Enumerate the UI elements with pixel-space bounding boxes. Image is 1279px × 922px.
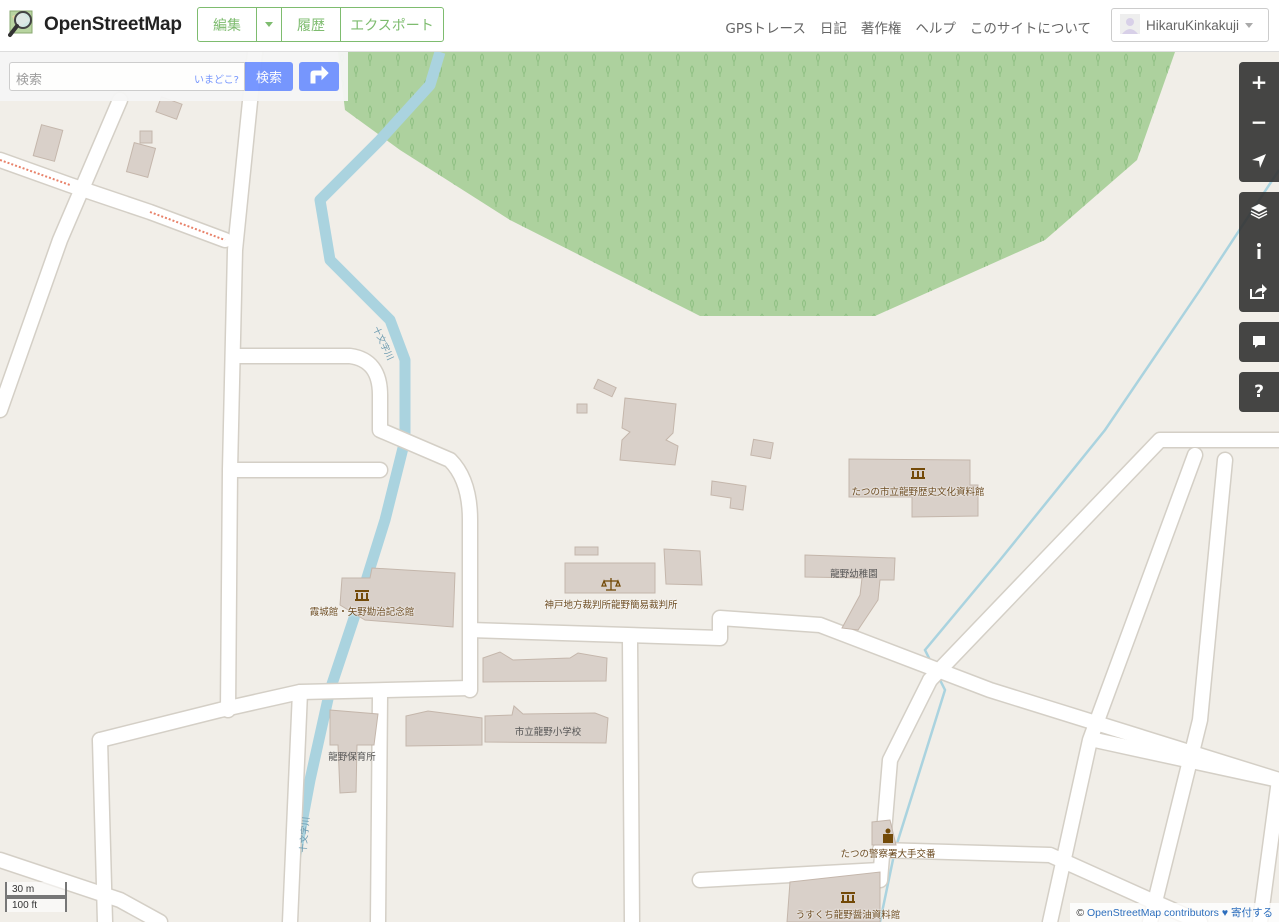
plus-icon: +	[1250, 70, 1268, 94]
label-police[interactable]: たつの警察署大手交番	[840, 846, 935, 860]
search-panel: 検索 いまどこ? 検索	[0, 52, 348, 101]
label-museum-history[interactable]: たつの市立龍野歴史文化資料館	[851, 484, 984, 498]
map-controls: + − ?	[1239, 62, 1279, 422]
nav-diary[interactable]: 日記	[820, 17, 847, 37]
scale-bar: 30 m 100 ft	[5, 882, 67, 912]
locate-arrow-icon	[1251, 150, 1267, 174]
history-button[interactable]: 履歴	[282, 8, 341, 41]
donate-link[interactable]: ♥ 寄付する	[1222, 907, 1273, 919]
info-icon	[1256, 240, 1262, 264]
nav-help[interactable]: ヘルプ	[915, 17, 956, 37]
zoom-in-button[interactable]: +	[1239, 62, 1279, 102]
add-note-button[interactable]	[1239, 322, 1279, 362]
map-key-button[interactable]	[1239, 232, 1279, 272]
map-layer	[0, 52, 1279, 922]
search-button[interactable]: 検索	[245, 62, 293, 91]
user-menu[interactable]: HikaruKinkakuji	[1111, 8, 1269, 42]
label-court[interactable]: 神戸地方裁判所龍野簡易裁判所	[544, 597, 677, 611]
top-header: OpenStreetMap 編集 履歴 エクスポート GPSトレース 日記 著作…	[0, 0, 1279, 52]
edit-button-group: 編集 履歴 エクスポート	[197, 7, 444, 42]
nav-gps-traces[interactable]: GPSトレース	[725, 17, 806, 37]
brand-name: OpenStreetMap	[44, 14, 182, 35]
caret-down-icon	[1245, 22, 1254, 28]
locate-button[interactable]	[1239, 142, 1279, 182]
map-canvas[interactable]: たつの市立龍野歴史文化資料館 神戸地方裁判所龍野簡易裁判所 霞城館・矢野勘治記念…	[0, 52, 1279, 922]
directions-button[interactable]	[299, 62, 339, 91]
layers-button[interactable]	[1239, 192, 1279, 232]
comment-icon	[1252, 330, 1266, 354]
brand-logo[interactable]: OpenStreetMap	[8, 8, 182, 42]
copyright-symbol: ©	[1076, 907, 1085, 919]
share-icon	[1250, 280, 1268, 304]
label-museum-soy[interactable]: うすくち龍野醤油資料館	[796, 907, 901, 921]
search-placeholder: 検索	[16, 73, 43, 88]
help-button[interactable]: ?	[1239, 372, 1279, 412]
question-icon: ?	[1254, 382, 1264, 402]
museum-icon	[911, 468, 925, 479]
label-school: 市立龍野小学校	[514, 727, 582, 738]
share-button[interactable]	[1239, 272, 1279, 312]
secondary-nav: GPSトレース 日記 著作権 ヘルプ このサイトについて	[725, 17, 1091, 37]
magnifier-logo-icon	[8, 8, 38, 42]
attribution: © OpenStreetMap contributors ♥ 寄付する	[1070, 903, 1279, 922]
where-am-i-link[interactable]: いまどこ?	[194, 71, 239, 86]
username: HikaruKinkakuji	[1146, 17, 1240, 33]
scale-imperial: 100 ft	[5, 897, 67, 912]
edit-button[interactable]: 編集	[198, 8, 257, 41]
minus-icon: −	[1250, 110, 1268, 134]
scale-metric: 30 m	[5, 882, 67, 897]
layers-icon	[1250, 200, 1268, 224]
search-input[interactable]: 検索 いまどこ?	[9, 62, 245, 91]
museum-icon	[355, 590, 369, 601]
directions-icon	[308, 65, 330, 89]
label-nursery: 龍野保育所	[328, 752, 376, 763]
avatar	[1120, 13, 1140, 37]
nav-copyright[interactable]: 著作権	[861, 17, 902, 37]
edit-dropdown-button[interactable]	[257, 8, 282, 41]
label-kindergarten: 龍野幼稚園	[830, 569, 878, 580]
caret-down-icon	[265, 22, 273, 27]
museum-icon	[841, 892, 855, 903]
label-museum-kajokan[interactable]: 霞城館・矢野勘治記念館	[310, 604, 415, 618]
zoom-out-button[interactable]: −	[1239, 102, 1279, 142]
nav-about[interactable]: このサイトについて	[970, 17, 1091, 37]
export-button[interactable]: エクスポート	[341, 8, 443, 41]
osm-contributors-link[interactable]: OpenStreetMap contributors	[1087, 907, 1219, 919]
